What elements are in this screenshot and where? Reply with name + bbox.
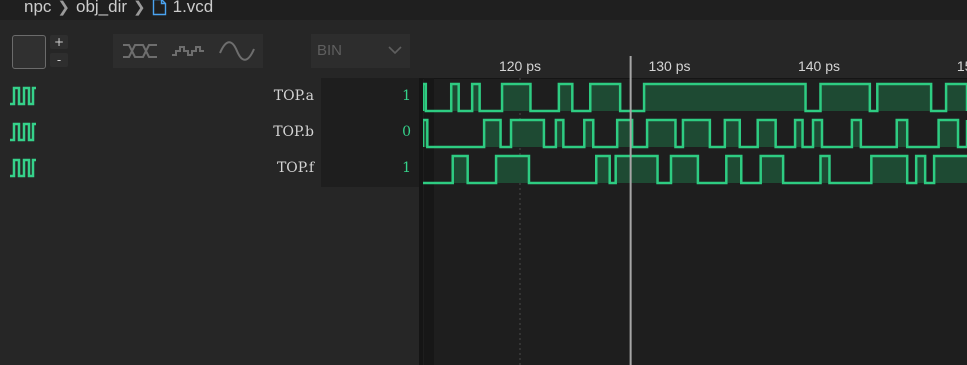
wave-high-fill bbox=[820, 84, 870, 111]
time-tick-label: 150 bbox=[957, 58, 967, 74]
stepped-icon[interactable] bbox=[169, 34, 209, 68]
zoom-in-button[interactable]: + bbox=[50, 35, 68, 49]
wave-high-fill bbox=[452, 156, 468, 183]
digital-signal-icon bbox=[10, 122, 36, 142]
breadcrumb-item-npc[interactable]: npc bbox=[24, 0, 51, 15]
value-format-select[interactable]: BIN bbox=[311, 34, 410, 68]
wave-high-fill bbox=[938, 120, 959, 147]
wave-high-fill bbox=[813, 120, 822, 147]
value-row: 1 bbox=[321, 150, 419, 186]
signal-value: 0 bbox=[402, 124, 411, 140]
wave-high-fill bbox=[760, 156, 784, 183]
value-column: 1 0 1 bbox=[321, 78, 419, 187]
digital-signal-icon bbox=[10, 158, 36, 178]
wave-high-fill bbox=[896, 120, 908, 147]
signal-value: 1 bbox=[402, 88, 411, 104]
wave-high-fill bbox=[670, 156, 698, 183]
wave-high-fill bbox=[820, 156, 830, 183]
digital-signal-icon bbox=[10, 86, 36, 106]
wave-high-fill bbox=[724, 120, 740, 147]
signal-value: 1 bbox=[402, 160, 411, 176]
sine-icon[interactable] bbox=[217, 34, 257, 68]
wave-high-fill bbox=[590, 84, 621, 111]
time-tick-label: 120 ps bbox=[499, 58, 541, 74]
wave-high-fill bbox=[851, 120, 861, 147]
chevron-right-icon: ❯ bbox=[133, 0, 146, 16]
wave-high-fill bbox=[484, 120, 501, 147]
wave-high-fill bbox=[502, 84, 531, 111]
signal-select-box[interactable] bbox=[12, 35, 46, 69]
wave-high-fill bbox=[934, 156, 967, 183]
signal-name: TOP.b bbox=[273, 124, 314, 140]
breadcrumb: npc ❯ obj_dir ❯ 1.vcd bbox=[0, 0, 967, 20]
breadcrumb-item-file[interactable]: 1.vcd bbox=[173, 0, 214, 15]
wave-high-fill bbox=[946, 84, 967, 111]
wave-high-fill bbox=[726, 156, 742, 183]
wave-high-fill bbox=[511, 120, 544, 147]
chevron-down-icon bbox=[388, 46, 402, 55]
breadcrumb-item-obj-dir[interactable]: obj_dir bbox=[76, 0, 127, 15]
wave-high-fill bbox=[496, 156, 529, 183]
time-tick-label: 130 ps bbox=[648, 58, 690, 74]
file-icon bbox=[152, 0, 166, 16]
signal-row[interactable]: TOP.b bbox=[0, 114, 320, 150]
signal-list: TOP.a TOP.b TOP.f bbox=[0, 78, 320, 365]
wave-high-fill bbox=[615, 156, 658, 183]
value-row: 1 bbox=[321, 78, 419, 114]
wave-high-fill bbox=[558, 84, 573, 111]
wave-high-fill bbox=[916, 156, 926, 183]
wave-high-fill bbox=[757, 120, 776, 147]
bus-icon[interactable] bbox=[121, 34, 161, 68]
chevron-right-icon: ❯ bbox=[57, 0, 70, 16]
signal-row[interactable]: TOP.f bbox=[0, 150, 320, 186]
wave-high-fill bbox=[682, 120, 710, 147]
wave-high-fill bbox=[647, 120, 676, 147]
signal-name: TOP.a bbox=[273, 88, 314, 104]
time-tick-label: 140 ps bbox=[798, 58, 840, 74]
value-row: 0 bbox=[321, 114, 419, 150]
wave-high-fill bbox=[877, 84, 932, 111]
signal-name: TOP.f bbox=[276, 160, 314, 176]
render-mode-group bbox=[113, 34, 263, 68]
signal-row[interactable]: TOP.a bbox=[0, 78, 320, 114]
zoom-out-button[interactable]: - bbox=[50, 53, 68, 67]
wave-high-fill bbox=[596, 156, 610, 183]
waveform-canvas[interactable]: 120 ps 130 ps 140 ps 150 bbox=[423, 56, 967, 365]
wave-high-fill bbox=[584, 120, 594, 147]
format-value: BIN bbox=[317, 42, 343, 59]
wave-high-fill bbox=[644, 84, 806, 111]
wave-high-fill bbox=[871, 156, 908, 183]
